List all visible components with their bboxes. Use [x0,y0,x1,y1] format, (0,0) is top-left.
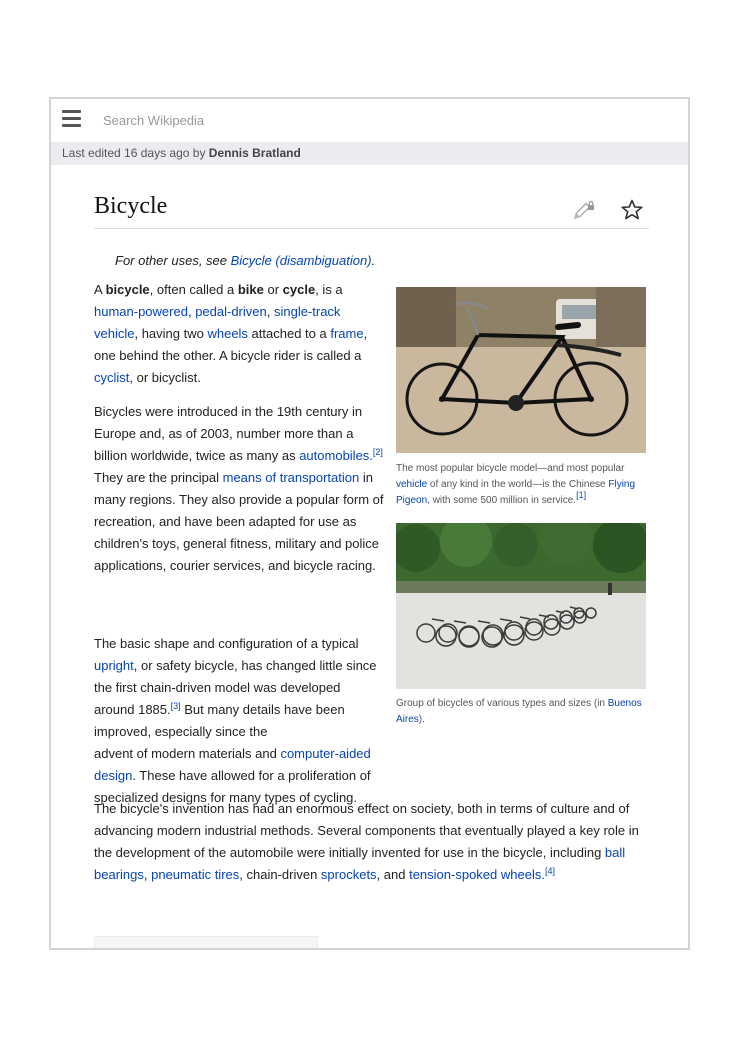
buenos-aires-bicycles-image[interactable] [396,523,646,689]
star-icon[interactable] [620,198,644,222]
link-cyclist[interactable]: cyclist [94,370,129,385]
flying-pigeon-bicycle-image[interactable] [396,287,646,453]
ref-2[interactable]: [2] [373,447,383,457]
hatnote: For other uses, see Bicycle (disambiguat… [115,253,376,268]
history-paragraph: Bicycles were introduced in the 19th cen… [94,404,384,573]
link-vehicle[interactable]: vehicle [396,479,427,490]
impact-paragraph: The bicycle's invention has had an enorm… [94,801,639,882]
link-pedal-driven[interactable]: pedal-driven [195,304,267,319]
figure2-caption: Group of bicycles of various types and s… [396,698,642,725]
search-input[interactable] [103,108,663,132]
ref-4[interactable]: [4] [545,866,555,876]
title-divider [94,228,649,229]
link-pneumatic-tires[interactable]: pneumatic tires [151,867,239,882]
ref-1[interactable]: [1] [576,490,586,500]
pencil-lock-icon[interactable] [572,199,596,221]
link-means-of-transportation[interactable]: means of transportation [223,470,360,485]
intro-paragraph: A bicycle, often called a bike or cycle,… [94,282,368,385]
mobile-page-frame: Last edited 16 days ago by Dennis Bratla… [49,97,690,950]
link-upright[interactable]: upright [94,658,134,673]
link-human-powered[interactable]: human-powered [94,304,188,319]
link-bicycle-disambiguation[interactable]: Bicycle (disambiguation) [231,253,372,268]
hamburger-menu-icon[interactable] [62,110,81,127]
top-bar [51,99,688,142]
link-frame[interactable]: frame [330,326,363,341]
ref-3[interactable]: [3] [171,701,181,711]
page-title: Bicycle [94,193,168,219]
link-sprockets[interactable]: sprockets [321,867,377,882]
link-automobiles[interactable]: automobiles. [299,448,373,463]
last-edited-text: Last edited 16 days ago by [62,146,209,160]
last-edited-bar[interactable]: Last edited 16 days ago by Dennis Bratla… [51,142,688,165]
last-edited-user[interactable]: Dennis Bratland [209,146,301,160]
link-wheels[interactable]: wheels [207,326,247,341]
figure1-caption: The most popular bicycle model—and most … [396,463,636,506]
link-tension-spoked-wheels[interactable]: tension-spoked wheels. [409,867,545,882]
collapsed-section-placeholder [94,936,318,948]
design-paragraph: The basic shape and configuration of a t… [94,636,377,805]
